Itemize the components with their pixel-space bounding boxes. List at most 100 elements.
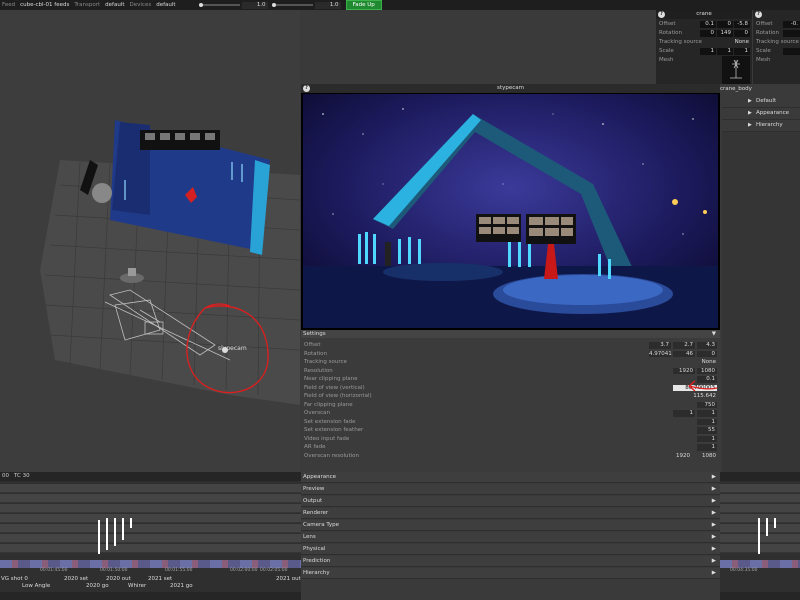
cue-label[interactable]: Low Angle	[22, 583, 50, 589]
chevron-right-icon[interactable]: ▶	[748, 96, 752, 107]
mesh-thumbnail[interactable]	[722, 56, 750, 84]
section-camera-type[interactable]: Camera Type ▶	[301, 520, 720, 531]
keyframe-marker[interactable]	[98, 520, 100, 554]
set-extension-feather-field[interactable]: 55	[697, 427, 717, 434]
ar-fade-field[interactable]: 1	[697, 444, 717, 451]
rotation-y-field[interactable]: 46	[673, 350, 695, 357]
setting-name: Set extension fade	[304, 418, 356, 425]
chevron-down-icon[interactable]: ▼	[712, 330, 716, 338]
crane-scale-y[interactable]: 1	[717, 48, 733, 55]
chevron-right-icon[interactable]: ▶	[712, 484, 716, 495]
volume-value-2[interactable]: 1.0	[314, 1, 341, 9]
section-label: Hierarchy	[303, 570, 330, 576]
chevron-right-icon[interactable]: ▶	[712, 520, 716, 531]
keyframe-marker[interactable]	[114, 518, 116, 546]
prop-name: Scale	[756, 48, 771, 54]
crane-mesh-icon	[730, 59, 742, 79]
prop-name: Tracking source	[659, 39, 702, 45]
crane-offset-y[interactable]: 0	[717, 21, 733, 28]
crane-rotation-x[interactable]: 0	[700, 30, 716, 37]
scene-viewport[interactable]: slypecam	[0, 10, 300, 472]
section-hierarchy[interactable]: Hierarchy ▶	[301, 568, 720, 579]
rotation-x-field[interactable]: 4.97041	[649, 350, 672, 357]
prop-name: Rotation	[756, 30, 780, 36]
devices-select[interactable]: default	[156, 2, 175, 8]
keyframe-marker[interactable]	[106, 518, 108, 550]
far-clip-field[interactable]: 750	[697, 401, 717, 408]
section-appearance-right[interactable]: ▶ Appearance	[722, 108, 800, 120]
crane-rotation-y[interactable]: 149	[717, 30, 733, 37]
chevron-right-icon[interactable]: ▶	[712, 568, 716, 579]
settings-header[interactable]: Settings ▼	[301, 330, 720, 338]
cue-label[interactable]: 2020 out	[106, 576, 131, 582]
section-lens[interactable]: Lens ▶	[301, 532, 720, 543]
keyframe-marker[interactable]	[766, 518, 768, 536]
section-physical[interactable]: Physical ▶	[301, 544, 720, 555]
chevron-right-icon[interactable]: ▶	[712, 496, 716, 507]
volume-value-1[interactable]: 1.0	[241, 1, 268, 9]
offset-y-field[interactable]: 2.7	[673, 342, 695, 349]
overscan-y-field[interactable]: 1	[697, 410, 717, 417]
section-default[interactable]: ▶ Default	[722, 96, 800, 108]
resolution-height-field[interactable]: 1080	[697, 367, 717, 374]
crane-rotation-z[interactable]: 0	[734, 30, 750, 37]
volume-slider-2[interactable]: 1.0	[271, 1, 341, 9]
offset-z-field[interactable]: 4.3	[697, 342, 717, 349]
section-preview[interactable]: Preview ▶	[301, 484, 720, 495]
section-hierarchy-right[interactable]: ▶ Hierarchy	[722, 120, 800, 132]
resolution-width-field[interactable]: 1920	[673, 367, 695, 374]
cue-label[interactable]: 2021 go	[170, 583, 193, 589]
chevron-right-icon[interactable]: ▶	[748, 120, 752, 131]
slider-knob-icon[interactable]	[271, 3, 276, 7]
overscan-res-width: 1920	[676, 452, 690, 459]
chevron-right-icon[interactable]: ▶	[748, 108, 752, 119]
keyframe-marker[interactable]	[774, 518, 776, 528]
chevron-right-icon[interactable]: ▶	[712, 532, 716, 543]
cue-label[interactable]: Whirer	[128, 583, 146, 589]
crane-offset-x[interactable]: 0.1	[700, 21, 716, 28]
cue-label[interactable]: 2021 set	[148, 576, 172, 582]
crane-scale-x[interactable]: 1	[700, 48, 716, 55]
feed-select[interactable]: cube-cbl-01 feeds	[20, 2, 69, 8]
settings-header-label: Settings	[303, 331, 326, 337]
help-icon[interactable]: ?	[303, 85, 310, 92]
cue-label[interactable]: 2021 out	[276, 576, 301, 582]
crane-scale-z[interactable]: 1	[734, 48, 750, 55]
video-input-fade-field[interactable]: 1	[697, 435, 717, 442]
object-row-mesh: Mesh	[753, 56, 800, 65]
slider-knob-icon[interactable]	[198, 3, 203, 7]
keyframe-marker[interactable]	[758, 518, 760, 554]
object-offset-x[interactable]: -0.	[783, 21, 800, 28]
crane-row-tracking: Tracking source None	[656, 38, 752, 47]
overscan-x-field[interactable]: 1	[673, 410, 695, 417]
fade-up-button[interactable]: Fade Up	[345, 0, 382, 10]
cue-label[interactable]: 2020 set	[64, 576, 88, 582]
cue-label[interactable]: VG shot 0	[1, 576, 28, 582]
keyframe-marker[interactable]	[130, 518, 132, 528]
crane-offset-z[interactable]: -5.8	[734, 21, 750, 28]
chevron-right-icon[interactable]: ▶	[712, 508, 716, 519]
section-prediction[interactable]: Prediction ▶	[301, 556, 720, 567]
section-label: Output	[303, 498, 323, 504]
chevron-right-icon[interactable]: ▶	[712, 556, 716, 567]
tracking-source-select[interactable]: None	[702, 358, 716, 367]
set-extension-fade-field[interactable]: 1	[697, 418, 717, 425]
section-output[interactable]: Output ▶	[301, 496, 720, 507]
transport-select[interactable]: default	[105, 2, 124, 8]
help-icon[interactable]: ?	[755, 11, 762, 18]
crane-tracking-select[interactable]: None	[735, 38, 749, 47]
cue-label[interactable]: 2020 go	[86, 583, 109, 589]
offset-x-field[interactable]: 3.7	[649, 342, 671, 349]
object-scale-x[interactable]	[783, 48, 800, 55]
keyframe-marker[interactable]	[122, 518, 124, 540]
volume-slider-1[interactable]: 1.0	[198, 1, 268, 9]
chevron-right-icon[interactable]: ▶	[712, 544, 716, 555]
setting-row-video-input-fade: Video input fade 1	[301, 435, 720, 444]
timecode-label: TC 30	[14, 473, 30, 479]
chevron-right-icon[interactable]: ▶	[712, 472, 716, 483]
section-renderer[interactable]: Renderer ▶	[301, 508, 720, 519]
object-rotation-x[interactable]	[783, 30, 800, 37]
section-appearance[interactable]: Appearance ▶	[301, 472, 720, 483]
help-icon[interactable]: ?	[658, 11, 665, 18]
rotation-z-field[interactable]: 0	[697, 350, 717, 357]
